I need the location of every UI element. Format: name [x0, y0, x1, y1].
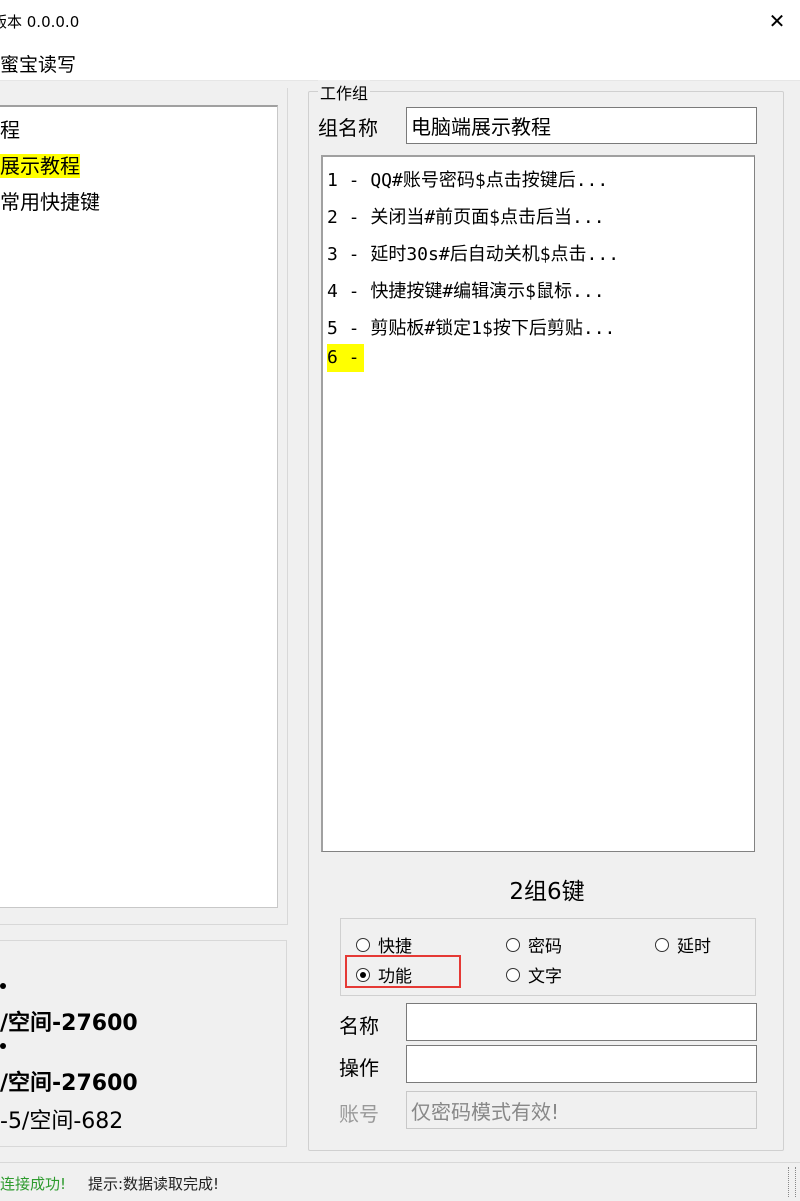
status-message: 提示:数据读取完成!: [88, 1175, 220, 1193]
tree-item[interactable]: 常用快捷键: [0, 187, 100, 217]
group-key-count: 2组6键: [509, 879, 585, 905]
info-line: -5/空间-682: [0, 1109, 124, 1134]
radio-circle-icon: [356, 937, 370, 952]
menu-bar: 蜜宝读写: [0, 42, 800, 81]
list-item[interactable]: 5 - 剪贴板#锁定1$按下后剪贴...: [327, 315, 615, 343]
list-item-selected[interactable]: 6 -: [327, 344, 364, 372]
info-line: /空间-27600: [0, 1071, 138, 1096]
info-line: /空间-27600: [0, 1011, 138, 1036]
radio-shortcut[interactable]: 快捷: [356, 932, 412, 957]
connection-status: 连接成功!: [0, 1175, 67, 1193]
radio-label: 文字: [528, 967, 562, 987]
window-title: 版本 0.0.0.0: [0, 13, 80, 31]
radio-label: 快捷: [378, 937, 412, 957]
key-action-label: 操作: [339, 1056, 379, 1080]
radio-circle-icon: [655, 937, 669, 952]
annotation-highlight-box: [345, 955, 461, 988]
list-item[interactable]: 2 - 关闭当#前页面$点击后当...: [327, 204, 605, 232]
window-titlebar: 版本 0.0.0.0 ✕: [0, 0, 800, 42]
list-item[interactable]: 3 - 延时30s#后自动关机$点击...: [327, 241, 619, 269]
device-info-box: /空间-27600 /空间-27600 -5/空间-682: [0, 940, 287, 1147]
tree-item[interactable]: 程: [0, 115, 20, 145]
list-item[interactable]: 4 - 快捷按键#编辑演示$鼠标...: [327, 278, 605, 306]
tree-item-label: 常用快捷键: [0, 190, 100, 214]
account-label: 账号: [339, 1102, 379, 1126]
radio-delay[interactable]: 延时: [655, 932, 711, 957]
group-name-label: 组名称: [318, 116, 378, 140]
radio-password[interactable]: 密码: [506, 932, 562, 957]
key-action-input[interactable]: [406, 1045, 757, 1083]
status-bar: 连接成功! 提示:数据读取完成!: [0, 1162, 800, 1201]
tree-item-label: 程: [0, 118, 20, 142]
group-name-input[interactable]: 电脑端展示教程: [406, 107, 757, 144]
close-button[interactable]: ✕: [754, 0, 800, 42]
radio-label: 密码: [528, 937, 562, 957]
radio-text[interactable]: 文字: [506, 962, 562, 987]
radio-circle-icon: [506, 937, 520, 952]
tree-item-selected[interactable]: 展示教程: [0, 151, 80, 181]
list-item[interactable]: 1 - QQ#账号密码$点击按键后...: [327, 167, 608, 195]
workgroup-title: 工作组: [318, 80, 371, 104]
key-name-input[interactable]: [406, 1003, 757, 1041]
key-name-label: 名称: [339, 1014, 379, 1038]
radio-label: 延时: [677, 937, 711, 957]
close-icon: ✕: [768, 9, 786, 33]
radio-circle-icon: [506, 967, 520, 982]
menu-item-read-write[interactable]: 蜜宝读写: [0, 50, 76, 77]
tree-item-label: 展示教程: [0, 154, 80, 178]
bullet-icon: [0, 1043, 6, 1049]
bullet-icon: [0, 983, 6, 989]
key-list[interactable]: 1 - QQ#账号密码$点击按键后... 2 - 关闭当#前页面$点击后当...…: [321, 155, 755, 852]
account-input-disabled: 仅密码模式有效!: [406, 1091, 757, 1129]
group-tree[interactable]: 程 展示教程 常用快捷键: [0, 105, 278, 908]
resize-grip-icon[interactable]: [788, 1167, 796, 1197]
